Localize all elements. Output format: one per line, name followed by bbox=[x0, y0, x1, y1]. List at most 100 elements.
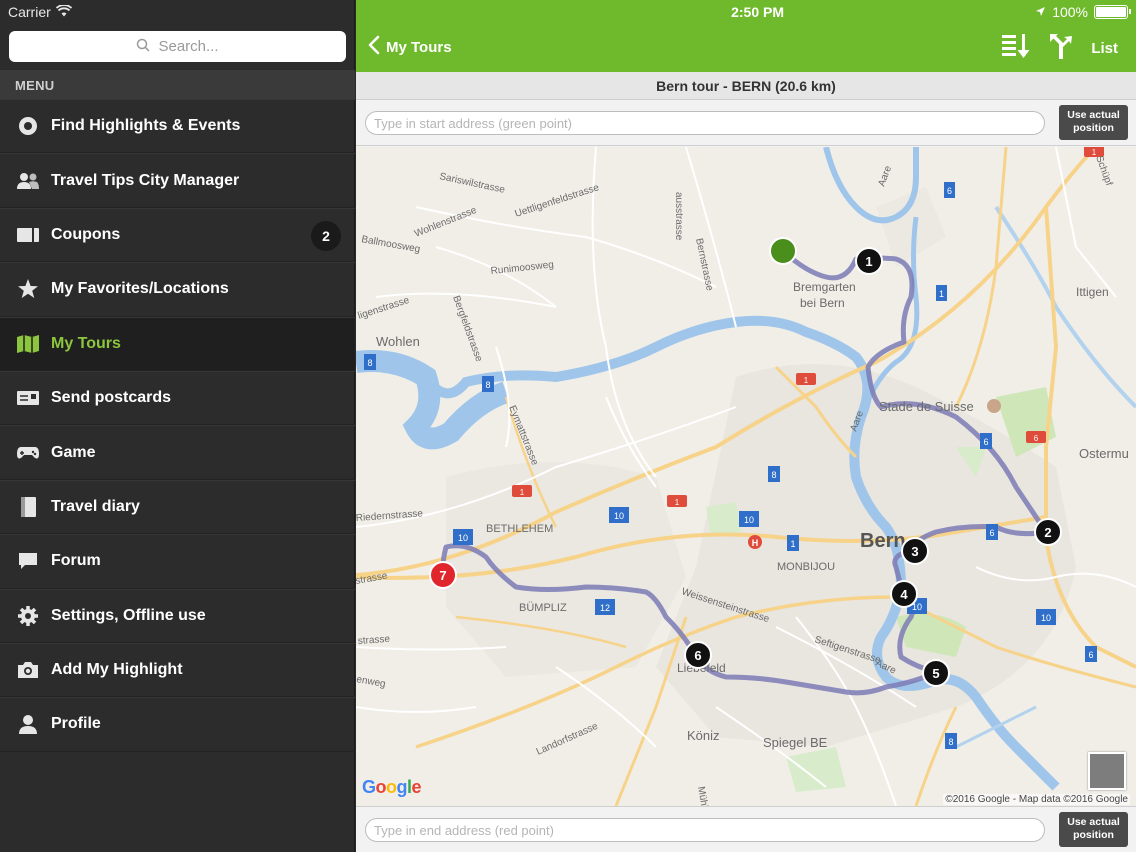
location-arrow-icon bbox=[1035, 4, 1046, 20]
park-area bbox=[706, 502, 741, 537]
tour-stop-1[interactable]: 1 bbox=[855, 247, 883, 275]
tour-stop-number: 1 bbox=[865, 254, 872, 269]
svg-text:H: H bbox=[752, 538, 759, 548]
status-bar-right: 100% bbox=[1035, 4, 1131, 20]
battery-percent: 100% bbox=[1052, 4, 1088, 20]
menu-item-label: Travel diary bbox=[51, 497, 140, 515]
carrier-label: Carrier bbox=[8, 4, 51, 20]
back-label: My Tours bbox=[386, 38, 452, 56]
menu-item-game[interactable]: Game bbox=[0, 425, 355, 480]
google-logo: Google bbox=[362, 777, 422, 797]
sort-icon[interactable] bbox=[1001, 32, 1031, 64]
gamepad-icon bbox=[16, 441, 40, 465]
menu-item-my-tours[interactable]: My Tours bbox=[0, 316, 355, 371]
place-label: Ostermu bbox=[1079, 446, 1129, 461]
svg-text:1: 1 bbox=[939, 289, 944, 299]
use-actual-position-start-button[interactable]: Use actual position bbox=[1059, 105, 1128, 140]
end-address-bar: Use actual position bbox=[356, 806, 1136, 852]
menu-item-forum[interactable]: Forum bbox=[0, 534, 355, 589]
tour-stop-3[interactable]: 3 bbox=[901, 537, 929, 565]
map-type-toggle[interactable] bbox=[1088, 752, 1126, 790]
svg-text:12: 12 bbox=[600, 603, 610, 613]
use-position-label-line2: position bbox=[1073, 122, 1114, 134]
tour-stop-2[interactable]: 2 bbox=[1034, 518, 1062, 546]
tour-stop-number: 4 bbox=[900, 587, 908, 602]
ticket-icon bbox=[16, 223, 40, 247]
use-position-label-line1: Use actual bbox=[1067, 109, 1120, 121]
menu-item-favorites[interactable]: My Favorites/Locations bbox=[0, 262, 355, 317]
menu-item-label: Forum bbox=[51, 552, 101, 570]
start-point-marker[interactable] bbox=[769, 237, 797, 265]
tour-stop-number: 5 bbox=[932, 666, 939, 681]
person-icon bbox=[16, 712, 40, 736]
menu-item-travel-tips[interactable]: Travel Tips City Manager bbox=[0, 153, 355, 208]
menu-item-label: Travel Tips City Manager bbox=[51, 171, 240, 189]
status-time: 2:50 PM bbox=[731, 4, 784, 20]
tour-title: Bern tour - BERN (20.6 km) bbox=[356, 72, 1136, 100]
menu-header: MENU bbox=[0, 70, 355, 100]
nav-actions: List bbox=[1001, 32, 1118, 64]
svg-text:8: 8 bbox=[367, 358, 372, 368]
place-label: Stade de Suisse bbox=[879, 399, 974, 414]
place-label: Wohlen bbox=[376, 334, 420, 349]
svg-text:6: 6 bbox=[947, 186, 952, 196]
use-position-label-line2: position bbox=[1073, 829, 1114, 841]
street-label: ausstrasse bbox=[673, 192, 684, 241]
gear-icon bbox=[16, 604, 40, 628]
route-directions-icon[interactable] bbox=[1049, 33, 1073, 63]
tour-stop-6[interactable]: 6 bbox=[684, 641, 712, 669]
menu-item-settings[interactable]: Settings, Offline use bbox=[0, 588, 355, 643]
svg-text:8: 8 bbox=[771, 470, 776, 480]
place-label: Bern bbox=[860, 530, 906, 552]
svg-text:1: 1 bbox=[1092, 148, 1097, 157]
tour-map[interactable]: 6 1 8 8 6 8 10 10 10 1 6 12 10 10 6 8 1 … bbox=[356, 147, 1136, 806]
book-icon bbox=[16, 495, 40, 519]
use-actual-position-end-button[interactable]: Use actual position bbox=[1059, 812, 1128, 847]
status-bar-left: Carrier bbox=[8, 4, 72, 20]
svg-text:10: 10 bbox=[744, 515, 754, 525]
chevron-left-icon bbox=[368, 35, 380, 59]
svg-text:10: 10 bbox=[614, 511, 624, 521]
menu-item-label: Send postcards bbox=[51, 389, 172, 407]
sidebar: Carrier Search... MENU Find Highlights &… bbox=[0, 0, 355, 852]
navigation-bar: 2:50 PM 100% My Tours List bbox=[356, 0, 1136, 72]
list-button[interactable]: List bbox=[1091, 40, 1118, 57]
menu-item-find-highlights[interactable]: Find Highlights & Events bbox=[0, 99, 355, 154]
target-icon bbox=[16, 114, 40, 138]
tour-stop-5[interactable]: 5 bbox=[922, 659, 950, 687]
menu-item-label: Add My Highlight bbox=[51, 661, 183, 679]
postcard-icon bbox=[16, 386, 40, 410]
place-label: Ittigen bbox=[1076, 285, 1109, 299]
svg-text:8: 8 bbox=[948, 737, 953, 747]
search-input[interactable]: Search... bbox=[9, 31, 346, 62]
svg-text:1: 1 bbox=[804, 376, 809, 385]
menu-item-label: Find Highlights & Events bbox=[51, 117, 241, 135]
battery-icon bbox=[1094, 5, 1131, 19]
map-copyright: ©2016 Google - Map data ©2016 Google bbox=[943, 794, 1130, 805]
place-label: BÜMPLIZ bbox=[519, 602, 567, 614]
place-label: bei Bern bbox=[800, 296, 845, 310]
people-icon bbox=[16, 169, 40, 193]
menu-item-travel-diary[interactable]: Travel diary bbox=[0, 479, 355, 535]
svg-text:6: 6 bbox=[1088, 650, 1093, 660]
tour-stop-7-end[interactable]: 7 bbox=[429, 561, 457, 589]
svg-text:6: 6 bbox=[1034, 434, 1039, 443]
back-button[interactable]: My Tours bbox=[368, 35, 452, 59]
tour-stop-4[interactable]: 4 bbox=[890, 580, 918, 608]
menu-item-label: Game bbox=[51, 443, 96, 461]
start-address-input[interactable] bbox=[365, 111, 1045, 135]
menu-item-label: My Tours bbox=[51, 334, 121, 352]
coupons-count-badge: 2 bbox=[311, 220, 341, 251]
menu-item-label: Settings, Offline use bbox=[51, 606, 206, 624]
svg-text:8: 8 bbox=[485, 380, 490, 390]
tour-stop-number: 3 bbox=[911, 544, 918, 559]
menu-item-profile[interactable]: Profile bbox=[0, 697, 355, 752]
menu-item-postcards[interactable]: Send postcards bbox=[0, 370, 355, 426]
menu-item-add-highlight[interactable]: Add My Highlight bbox=[0, 642, 355, 698]
menu-item-label: My Favorites/Locations bbox=[51, 280, 229, 298]
menu-item-coupons[interactable]: Coupons 2 bbox=[0, 207, 355, 263]
end-address-input[interactable] bbox=[365, 818, 1045, 842]
tour-stop-number: 6 bbox=[694, 648, 701, 663]
tour-stop-number: 7 bbox=[439, 568, 446, 583]
menu-list: Find Highlights & Events Travel Tips Cit… bbox=[0, 99, 355, 752]
